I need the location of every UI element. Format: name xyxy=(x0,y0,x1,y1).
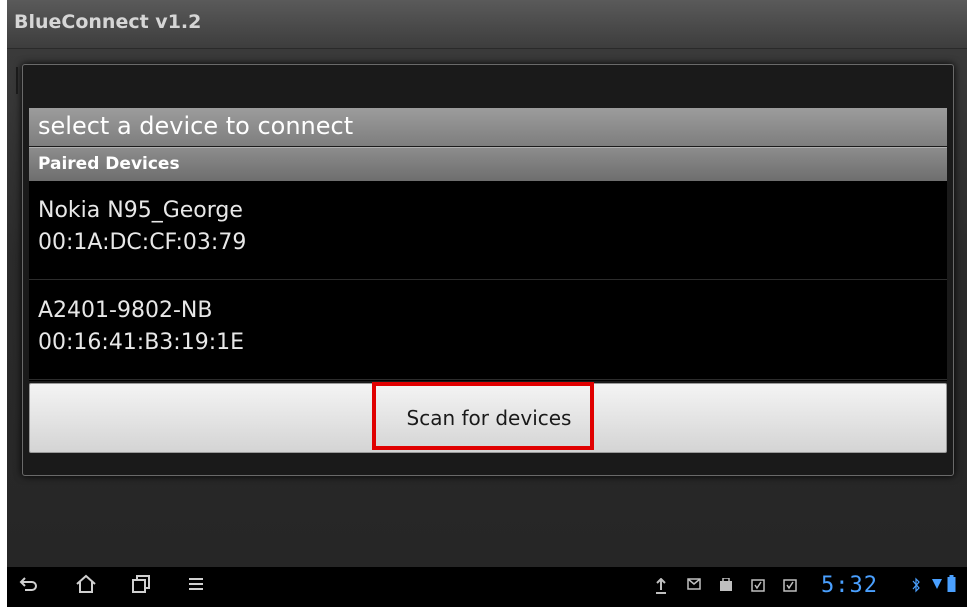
device-address: 00:1A:DC:CF:03:79 xyxy=(38,230,247,255)
scan-for-devices-button[interactable]: Scan for devices xyxy=(29,382,947,453)
app-title-bar: BlueConnect v1.2 xyxy=(7,0,967,49)
app-title: BlueConnect v1.2 xyxy=(14,11,202,33)
text-cursor xyxy=(16,67,18,94)
system-navigation-bar: 5:32 xyxy=(7,567,967,607)
menu-icon[interactable] xyxy=(187,574,205,601)
task-icon xyxy=(783,578,797,596)
upload-icon xyxy=(655,577,667,598)
email-icon xyxy=(687,578,701,594)
home-icon[interactable] xyxy=(75,574,97,601)
app-content: select a device to connect Paired Device… xyxy=(7,49,967,567)
paired-devices-header: Paired Devices xyxy=(29,147,947,181)
device-select-dialog: select a device to connect Paired Device… xyxy=(16,64,954,476)
dialog-header: select a device to connect xyxy=(29,108,947,146)
battery-icon xyxy=(947,575,956,597)
task-icon xyxy=(751,578,765,596)
recent-apps-icon[interactable] xyxy=(131,574,151,601)
section-label: Paired Devices xyxy=(38,154,180,174)
device-name: Nokia N95_George xyxy=(38,198,243,223)
device-address: 00:16:41:B3:19:1E xyxy=(38,330,245,355)
device-row[interactable]: Nokia N95_George 00:1A:DC:CF:03:79 xyxy=(29,181,947,280)
paired-device-list: Nokia N95_George 00:1A:DC:CF:03:79 A2401… xyxy=(29,181,947,381)
device-name: A2401-9802-NB xyxy=(38,298,213,323)
wifi-icon xyxy=(931,577,943,597)
status-clock: 5:32 xyxy=(821,573,878,598)
notification-icon xyxy=(719,577,733,596)
dialog-title: select a device to connect xyxy=(38,112,354,140)
bluetooth-icon xyxy=(912,577,920,597)
device-row[interactable]: A2401-9802-NB 00:16:41:B3:19:1E xyxy=(29,281,947,380)
android-screen: BlueConnect v1.2 select a device to conn… xyxy=(7,0,967,607)
back-icon[interactable] xyxy=(19,574,39,601)
highlight-box xyxy=(372,382,594,450)
